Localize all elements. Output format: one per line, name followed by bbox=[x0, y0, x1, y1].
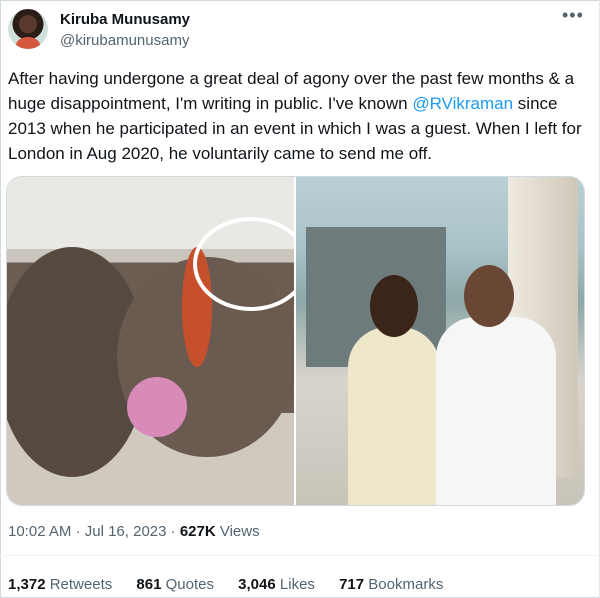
more-options-icon[interactable]: ••• bbox=[562, 5, 584, 26]
engagement-stats: 1,372 Retweets 861 Quotes 3,046 Likes 71… bbox=[8, 576, 463, 593]
retweets-stat[interactable]: 1,372 Retweets bbox=[8, 576, 112, 593]
tweet-media[interactable] bbox=[6, 176, 585, 506]
tweet-time[interactable]: 10:02 AM bbox=[8, 523, 71, 540]
portrait-photo[interactable] bbox=[296, 177, 584, 505]
views-label: Views bbox=[219, 523, 260, 540]
views-count: 627K bbox=[179, 523, 216, 540]
tweet-date[interactable]: Jul 16, 2023 bbox=[85, 523, 167, 540]
tweet-text: After having undergone a great deal of a… bbox=[8, 66, 588, 166]
likes-stat[interactable]: 3,046 Likes bbox=[238, 576, 315, 593]
author-name[interactable]: Kiruba Munusamy bbox=[60, 11, 190, 28]
tweet-meta: 10:02 AM · Jul 16, 2023 · 627K Views bbox=[8, 523, 260, 540]
group-photo[interactable] bbox=[7, 177, 294, 505]
quotes-stat[interactable]: 861 Quotes bbox=[136, 576, 214, 593]
meta-separator: · bbox=[170, 523, 176, 540]
avatar[interactable] bbox=[8, 9, 48, 49]
mention-link[interactable]: @RVikraman bbox=[412, 94, 513, 113]
divider bbox=[0, 555, 598, 556]
meta-separator: · bbox=[75, 523, 81, 540]
bookmarks-stat[interactable]: 717 Bookmarks bbox=[339, 576, 443, 593]
author-handle[interactable]: @kirubamunusamy bbox=[60, 32, 189, 49]
